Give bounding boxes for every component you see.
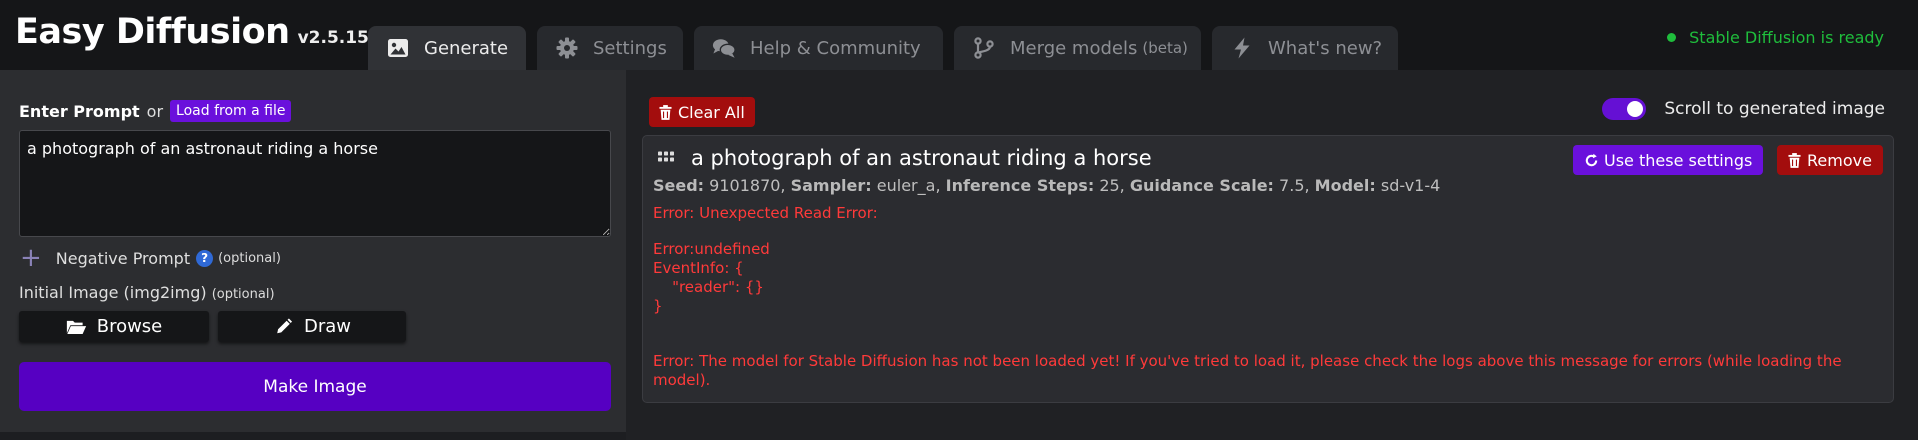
comments-icon	[712, 39, 736, 58]
image-icon	[388, 39, 408, 57]
error-detail: Error:undefined EventInfo: { "reader": {…	[653, 240, 770, 315]
guidance-label: Guidance Scale:	[1129, 176, 1274, 195]
seed-label: Seed:	[653, 176, 705, 195]
tab-help-community-label: Help & Community	[750, 37, 921, 59]
gear-icon	[556, 37, 578, 59]
status-dot-icon	[1667, 33, 1677, 42]
remove-button[interactable]: Remove	[1777, 145, 1883, 175]
browse-button[interactable]: Browse	[19, 311, 209, 342]
plus-icon: +	[20, 243, 42, 273]
top-navigation-bar: Easy Diffusion v2.5.15 Generate Settings …	[0, 0, 1918, 70]
prompt-label-row: Enter Prompt or Load from a file	[19, 100, 292, 122]
tab-merge-models-beta: (beta)	[1142, 39, 1188, 57]
app-title: Easy Diffusion	[15, 12, 290, 52]
error-message-read: Error: Unexpected Read Error:	[653, 204, 878, 222]
folder-open-icon	[66, 320, 86, 334]
clear-all-label: Clear All	[678, 102, 745, 122]
prompt-label: Enter Prompt	[19, 101, 140, 121]
help-question-icon[interactable]: ?	[196, 249, 214, 267]
trash-icon	[659, 104, 678, 120]
trash-icon	[1788, 152, 1807, 168]
server-status-text: Stable Diffusion is ready	[1689, 28, 1884, 47]
initial-image-label-row: Initial Image (img2img) (optional)	[19, 283, 275, 302]
sampler-label: Sampler:	[790, 176, 872, 195]
tab-generate[interactable]: Generate	[368, 26, 526, 70]
steps-value: 25,	[1099, 176, 1125, 195]
editor-panel-divider	[0, 432, 626, 440]
error-message-model: Error: The model for Stable Diffusion ha…	[653, 352, 1842, 389]
browse-label: Browse	[96, 316, 163, 337]
scroll-to-image-label: Scroll to generated image	[1664, 99, 1885, 119]
tab-whats-new[interactable]: What's new?	[1212, 26, 1398, 70]
sampler-value: euler_a,	[876, 176, 941, 195]
task-card: a photograph of an astronaut riding a ho…	[642, 135, 1894, 403]
tab-generate-label: Generate	[424, 37, 509, 59]
server-status: Stable Diffusion is ready	[1667, 28, 1884, 47]
initial-image-label: Initial Image (img2img)	[19, 283, 207, 302]
steps-label: Inference Steps:	[945, 176, 1095, 195]
tab-merge-models-label: Merge models	[1010, 37, 1138, 59]
prompt-input[interactable]: a photograph of an astronaut riding a ho…	[19, 130, 611, 237]
initial-image-optional: (optional)	[211, 287, 275, 302]
redo-icon	[1585, 153, 1598, 166]
tab-merge-models[interactable]: Merge models (beta)	[954, 26, 1201, 70]
negative-prompt-toggle[interactable]: + Negative Prompt ? (optional)	[20, 243, 281, 273]
negative-prompt-optional: (optional)	[218, 250, 281, 266]
model-value: sd-v1-4	[1380, 176, 1441, 195]
draw-button[interactable]: Draw	[218, 311, 406, 342]
make-image-button[interactable]: Make Image	[19, 362, 611, 411]
negative-prompt-label: Negative Prompt	[55, 248, 191, 268]
app-version: v2.5.15	[297, 28, 369, 48]
draw-label: Draw	[303, 316, 351, 337]
scroll-to-image-toggle[interactable]	[1602, 98, 1647, 120]
prompt-or-text: or	[146, 101, 164, 121]
lightning-icon	[1234, 37, 1250, 59]
clear-all-button[interactable]: Clear All	[649, 97, 755, 127]
pencil-icon	[277, 317, 293, 333]
tab-settings-label: Settings	[593, 37, 667, 59]
use-these-settings-button[interactable]: Use these settings	[1573, 145, 1764, 175]
tab-whats-new-label: What's new?	[1268, 37, 1383, 59]
load-from-file-button[interactable]: Load from a file	[170, 100, 292, 122]
model-label: Model:	[1314, 176, 1376, 195]
remove-label: Remove	[1807, 150, 1872, 170]
toggle-knob	[1627, 101, 1644, 117]
scroll-to-image-row: Scroll to generated image	[1602, 98, 1885, 120]
seed-value: 9101870,	[709, 176, 786, 195]
grid-icon[interactable]	[658, 150, 674, 166]
guidance-value: 7.5,	[1279, 176, 1310, 195]
task-meta: Seed: 9101870, Sampler: euler_a, Inferen…	[653, 176, 1440, 195]
task-prompt: a photograph of an astronaut riding a ho…	[691, 146, 1152, 170]
tab-settings[interactable]: Settings	[537, 26, 683, 70]
tab-help-community[interactable]: Help & Community	[694, 26, 943, 70]
task-title-row: a photograph of an astronaut riding a ho…	[658, 146, 1152, 170]
app-brand: Easy Diffusion v2.5.15	[15, 12, 369, 52]
use-these-settings-label: Use these settings	[1604, 150, 1753, 170]
merge-icon	[974, 37, 994, 59]
